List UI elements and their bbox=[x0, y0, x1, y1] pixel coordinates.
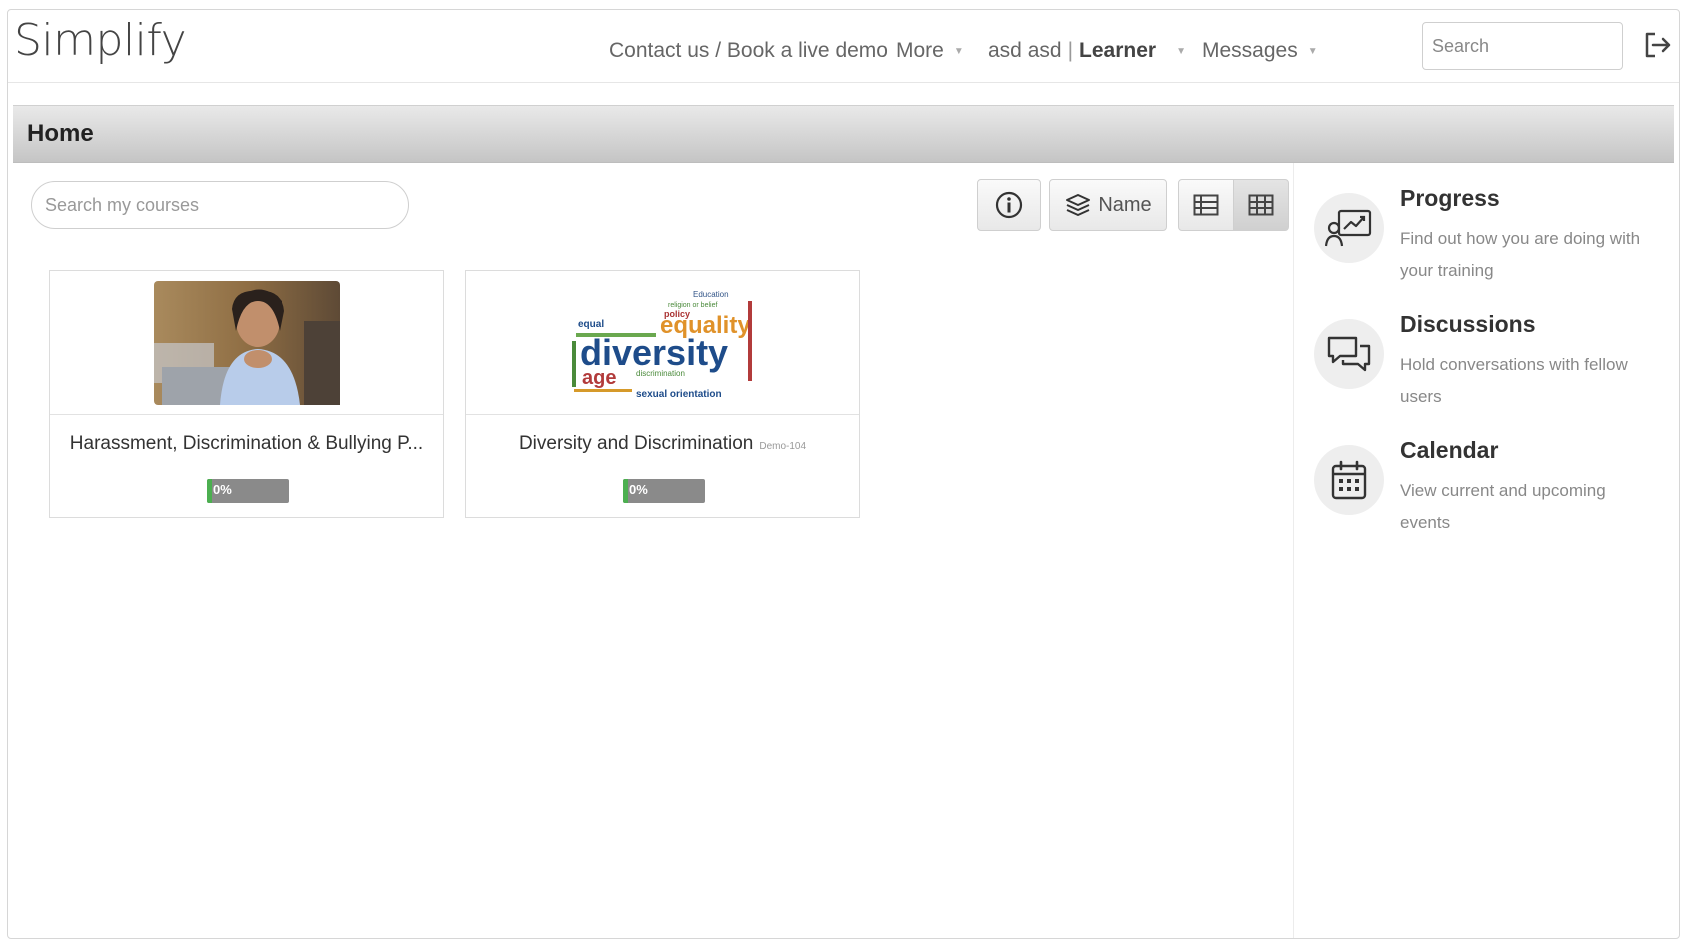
course-title-text: Diversity and Discrimination bbox=[518, 433, 754, 454]
sidebar-item-title[interactable]: Progress bbox=[1400, 185, 1500, 212]
calendar-icon bbox=[1314, 445, 1384, 515]
progress-fill bbox=[207, 479, 212, 503]
chevron-down-icon: ▼ bbox=[1176, 45, 1186, 57]
sidebar-item-description: Find out how you are doing with your tra… bbox=[1400, 229, 1641, 280]
word-cloud-word: religion or belief bbox=[668, 302, 717, 309]
grid-view-button[interactable] bbox=[1233, 179, 1289, 231]
course-title[interactable]: Diversity and Discrimination Demo-104 bbox=[466, 433, 859, 455]
layers-icon bbox=[1066, 194, 1091, 216]
info-icon bbox=[995, 191, 1023, 219]
sidebar-item-description: Hold conversations with fellow users bbox=[1400, 355, 1628, 406]
progress-fill bbox=[623, 479, 628, 503]
grid-view-icon bbox=[1248, 194, 1274, 216]
top-navbar: Simplify Contact us / Book a live demo M… bbox=[8, 10, 1679, 83]
page-header-bar: Home bbox=[13, 105, 1674, 163]
dashboard-sidebar: Progress Find out how you are doing with… bbox=[1293, 163, 1674, 938]
user-menu[interactable]: asd asd | Learner ▼ bbox=[988, 39, 1186, 63]
messages-menu[interactable]: Messages ▼ bbox=[1202, 39, 1318, 63]
logout-icon[interactable] bbox=[1641, 28, 1675, 62]
course-title[interactable]: Harassment, Discrimination & Bullying P.… bbox=[50, 433, 443, 455]
course-title-text: Harassment, Discrimination & Bullying P.… bbox=[69, 433, 424, 454]
word-cloud-word: equal bbox=[578, 319, 604, 330]
course-search-input[interactable] bbox=[31, 181, 409, 229]
courses-panel: Name bbox=[13, 163, 1293, 938]
sidebar-item-title[interactable]: Calendar bbox=[1400, 437, 1498, 464]
sidebar-item-title[interactable]: Discussions bbox=[1400, 311, 1536, 338]
course-progress-bar: 0% bbox=[623, 479, 705, 503]
info-button[interactable] bbox=[977, 179, 1041, 231]
word-cloud-word: Education bbox=[693, 290, 729, 299]
sort-label: Name bbox=[1098, 193, 1152, 216]
chevron-down-icon: ▼ bbox=[1307, 45, 1318, 57]
page-title: Home bbox=[27, 120, 94, 147]
more-menu[interactable]: More ▼ bbox=[896, 39, 964, 63]
chevron-down-icon: ▼ bbox=[953, 45, 964, 57]
course-card[interactable]: Harassment, Discrimination & Bullying P.… bbox=[49, 270, 444, 518]
user-separator: | bbox=[1067, 39, 1074, 62]
simplify-logo[interactable]: Simplify bbox=[14, 15, 187, 66]
sort-button[interactable]: Name bbox=[1049, 179, 1167, 231]
progress-chart-icon bbox=[1314, 193, 1384, 263]
course-code: Demo-104 bbox=[759, 441, 807, 452]
progress-label: 0% bbox=[629, 482, 648, 497]
sidebar-item-description: View current and upcoming events bbox=[1400, 481, 1606, 532]
course-thumbnail[interactable] bbox=[50, 271, 443, 415]
list-view-icon bbox=[1193, 194, 1219, 216]
course-thumbnail[interactable]: Education religion or belief policy equa… bbox=[466, 271, 859, 415]
word-cloud-word: discrimination bbox=[636, 369, 685, 378]
user-name: asd asd bbox=[988, 39, 1062, 62]
list-view-button[interactable] bbox=[1178, 179, 1234, 231]
course-progress-bar: 0% bbox=[207, 479, 289, 503]
global-search-input[interactable] bbox=[1422, 22, 1623, 70]
messages-label: Messages bbox=[1202, 39, 1298, 62]
course-card[interactable]: Education religion or belief policy equa… bbox=[465, 270, 860, 518]
contact-demo-link[interactable]: Contact us / Book a live demo bbox=[609, 39, 888, 63]
more-menu-label: More bbox=[896, 39, 944, 62]
user-role: Learner bbox=[1079, 39, 1157, 62]
progress-label: 0% bbox=[213, 482, 232, 497]
app-frame: Simplify Contact us / Book a live demo M… bbox=[7, 9, 1680, 939]
chat-bubbles-icon bbox=[1314, 319, 1384, 389]
word-cloud-word: sexual orientation bbox=[636, 389, 722, 400]
diversity-word-cloud-image: Education religion or belief policy equa… bbox=[567, 280, 758, 405]
woman-at-laptop-image bbox=[153, 280, 340, 405]
word-cloud-word: age bbox=[582, 367, 616, 389]
